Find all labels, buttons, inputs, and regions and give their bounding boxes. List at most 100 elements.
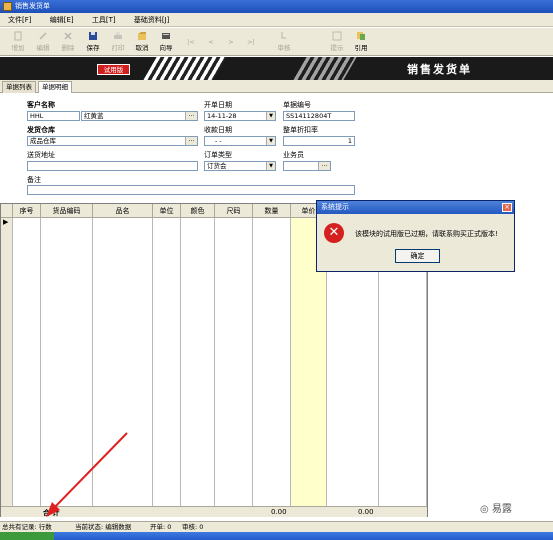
chevron-down-icon[interactable]: ▼ xyxy=(266,137,275,145)
banner-decor xyxy=(143,57,227,80)
doc-no-field[interactable]: SS14112804T xyxy=(283,111,355,121)
discount-label: 整单折扣率 xyxy=(283,126,318,134)
doc-no-label: 单据编号 xyxy=(283,101,311,109)
order-type-label: 订单类型 xyxy=(204,151,232,159)
menu-edit[interactable]: 编辑[E] xyxy=(42,13,82,27)
tab-strip: 单据列表 单据明细 xyxy=(0,80,553,93)
add-icon xyxy=(14,31,22,41)
total-row: 合 计 0.00 0.00 xyxy=(1,506,427,517)
total-qty: 0.00 xyxy=(271,508,287,516)
grid-column xyxy=(41,204,93,516)
approve-button[interactable]: 审核 xyxy=(273,30,295,54)
nav-last-button[interactable]: >| xyxy=(240,30,262,54)
start-button[interactable] xyxy=(0,532,54,540)
wizard-button[interactable]: 向导 xyxy=(155,30,177,54)
error-icon: ✕ xyxy=(324,223,344,243)
warehouse-label: 发货仓库 xyxy=(27,126,55,134)
window-titlebar[interactable]: 销售发货单 xyxy=(0,0,553,13)
discount-field[interactable]: 1 xyxy=(283,136,355,146)
open-date-label: 开单日期 xyxy=(204,101,232,109)
watermark: ◎ 易露 xyxy=(480,504,512,515)
delete-icon xyxy=(64,32,72,40)
warehouse-field[interactable]: 成品仓库... xyxy=(27,136,198,146)
col-header-seq[interactable]: 序号 xyxy=(13,204,41,218)
trial-badge: 试用版 xyxy=(97,64,130,75)
chevron-down-icon[interactable]: ▼ xyxy=(266,162,275,170)
row-indicator-column xyxy=(1,204,13,516)
current-row-marker: ▶ xyxy=(3,218,9,226)
menu-file[interactable]: 文件[F] xyxy=(0,13,40,27)
grid-corner xyxy=(1,204,13,218)
nav-first-button[interactable]: |< xyxy=(180,30,202,54)
col-header-color[interactable]: 颜色 xyxy=(181,204,215,218)
reference-icon xyxy=(357,32,365,40)
collect-date-label: 收款日期 xyxy=(204,126,232,134)
grid-column xyxy=(253,204,291,516)
nav-prev-button[interactable]: < xyxy=(200,30,222,54)
grid-column xyxy=(181,204,215,516)
remark-label: 备注 xyxy=(27,176,41,184)
customer-lookup-button[interactable]: ... xyxy=(185,112,197,120)
dialog-titlebar[interactable]: 系统提示 × xyxy=(317,201,514,214)
nav-next-button[interactable]: > xyxy=(220,30,242,54)
remark-field[interactable] xyxy=(27,185,355,195)
close-icon[interactable]: × xyxy=(502,203,512,212)
staff-label: 业务员 xyxy=(283,151,304,159)
wizard-icon xyxy=(162,33,170,39)
status-bar: 总共有记录: 行数 当前状态: 编辑数据 开单: 0 审核: 0 xyxy=(0,521,553,532)
tab-doc-detail[interactable]: 单据明细 xyxy=(38,81,72,93)
save-icon xyxy=(89,32,97,40)
warehouse-lookup-button[interactable]: ... xyxy=(185,137,197,145)
menu-bar: 文件[F] 编辑[E] 工具[T] 基础资料[J] xyxy=(0,13,553,27)
order-type-select[interactable]: 订货会 ▼ xyxy=(204,161,276,171)
staff-field[interactable]: ... xyxy=(283,161,331,171)
add-button[interactable]: 增加 xyxy=(7,30,29,54)
customer-name-field[interactable]: 红黄蓝... xyxy=(81,111,198,121)
taskbar xyxy=(0,532,553,540)
open-date-field[interactable]: 14-11-28 ▼ xyxy=(204,111,276,121)
wechat-icon: ◎ xyxy=(480,504,492,515)
system-alert-dialog: 系统提示 × ✕ 该模块的试用版已过期，请联系购买正式版本! 确定 xyxy=(316,200,515,272)
staff-lookup-button[interactable]: ... xyxy=(318,162,330,170)
banner-decor xyxy=(293,57,357,80)
grid-column xyxy=(153,204,181,516)
total-label: 合 计 xyxy=(43,509,60,517)
customer-label: 客户名称 xyxy=(27,101,55,109)
toolbar: 增加 编辑 删除 保存 打印 取消 向导 |< < > >| 审核 提示 引用 xyxy=(0,28,553,56)
ok-button[interactable]: 确定 xyxy=(395,249,440,263)
cancel-icon xyxy=(138,32,146,40)
save-button[interactable]: 保存 xyxy=(82,30,104,54)
chevron-down-icon[interactable]: ▼ xyxy=(266,112,275,120)
hint-button[interactable]: 提示 xyxy=(326,30,348,54)
banner-title: 销售发货单 xyxy=(407,63,472,76)
address-label: 送货地址 xyxy=(27,151,55,159)
cancel-button[interactable]: 取消 xyxy=(131,30,153,54)
reference-button[interactable]: 引用 xyxy=(350,30,372,54)
menu-tools[interactable]: 工具[T] xyxy=(84,13,124,27)
tab-doc-list[interactable]: 单据列表 xyxy=(2,81,36,93)
menu-basic-data[interactable]: 基础资料[J] xyxy=(126,13,178,27)
col-header-qty[interactable]: 数量 xyxy=(253,204,291,218)
grid-column xyxy=(215,204,253,516)
approve-icon xyxy=(281,32,286,39)
col-header-unit[interactable]: 单位 xyxy=(153,204,181,218)
customer-code-field[interactable]: HHL xyxy=(27,111,80,121)
total-amount: 0.00 xyxy=(358,508,374,516)
grid-column xyxy=(93,204,153,516)
delete-button[interactable]: 删除 xyxy=(57,30,79,54)
doc-form: 客户名称 HHL 红黄蓝... 开单日期 14-11-28 ▼ 单据编号 SS14… xyxy=(0,93,553,201)
print-button[interactable]: 打印 xyxy=(107,30,129,54)
dialog-title: 系统提示 xyxy=(321,203,349,211)
app-icon xyxy=(3,2,12,11)
grid-column xyxy=(13,204,41,516)
window-title: 销售发货单 xyxy=(15,2,50,10)
collect-date-field[interactable]: - - ▼ xyxy=(204,136,276,146)
col-header-name[interactable]: 品名 xyxy=(93,204,153,218)
address-field[interactable] xyxy=(27,161,198,171)
dialog-message: 该模块的试用版已过期，请联系购买正式版本! xyxy=(355,230,498,238)
edit-button[interactable]: 编辑 xyxy=(32,30,54,54)
hint-icon xyxy=(332,31,342,41)
print-icon xyxy=(114,32,122,39)
col-header-size[interactable]: 尺码 xyxy=(215,204,253,218)
col-header-code[interactable]: 货品编码 xyxy=(41,204,93,218)
